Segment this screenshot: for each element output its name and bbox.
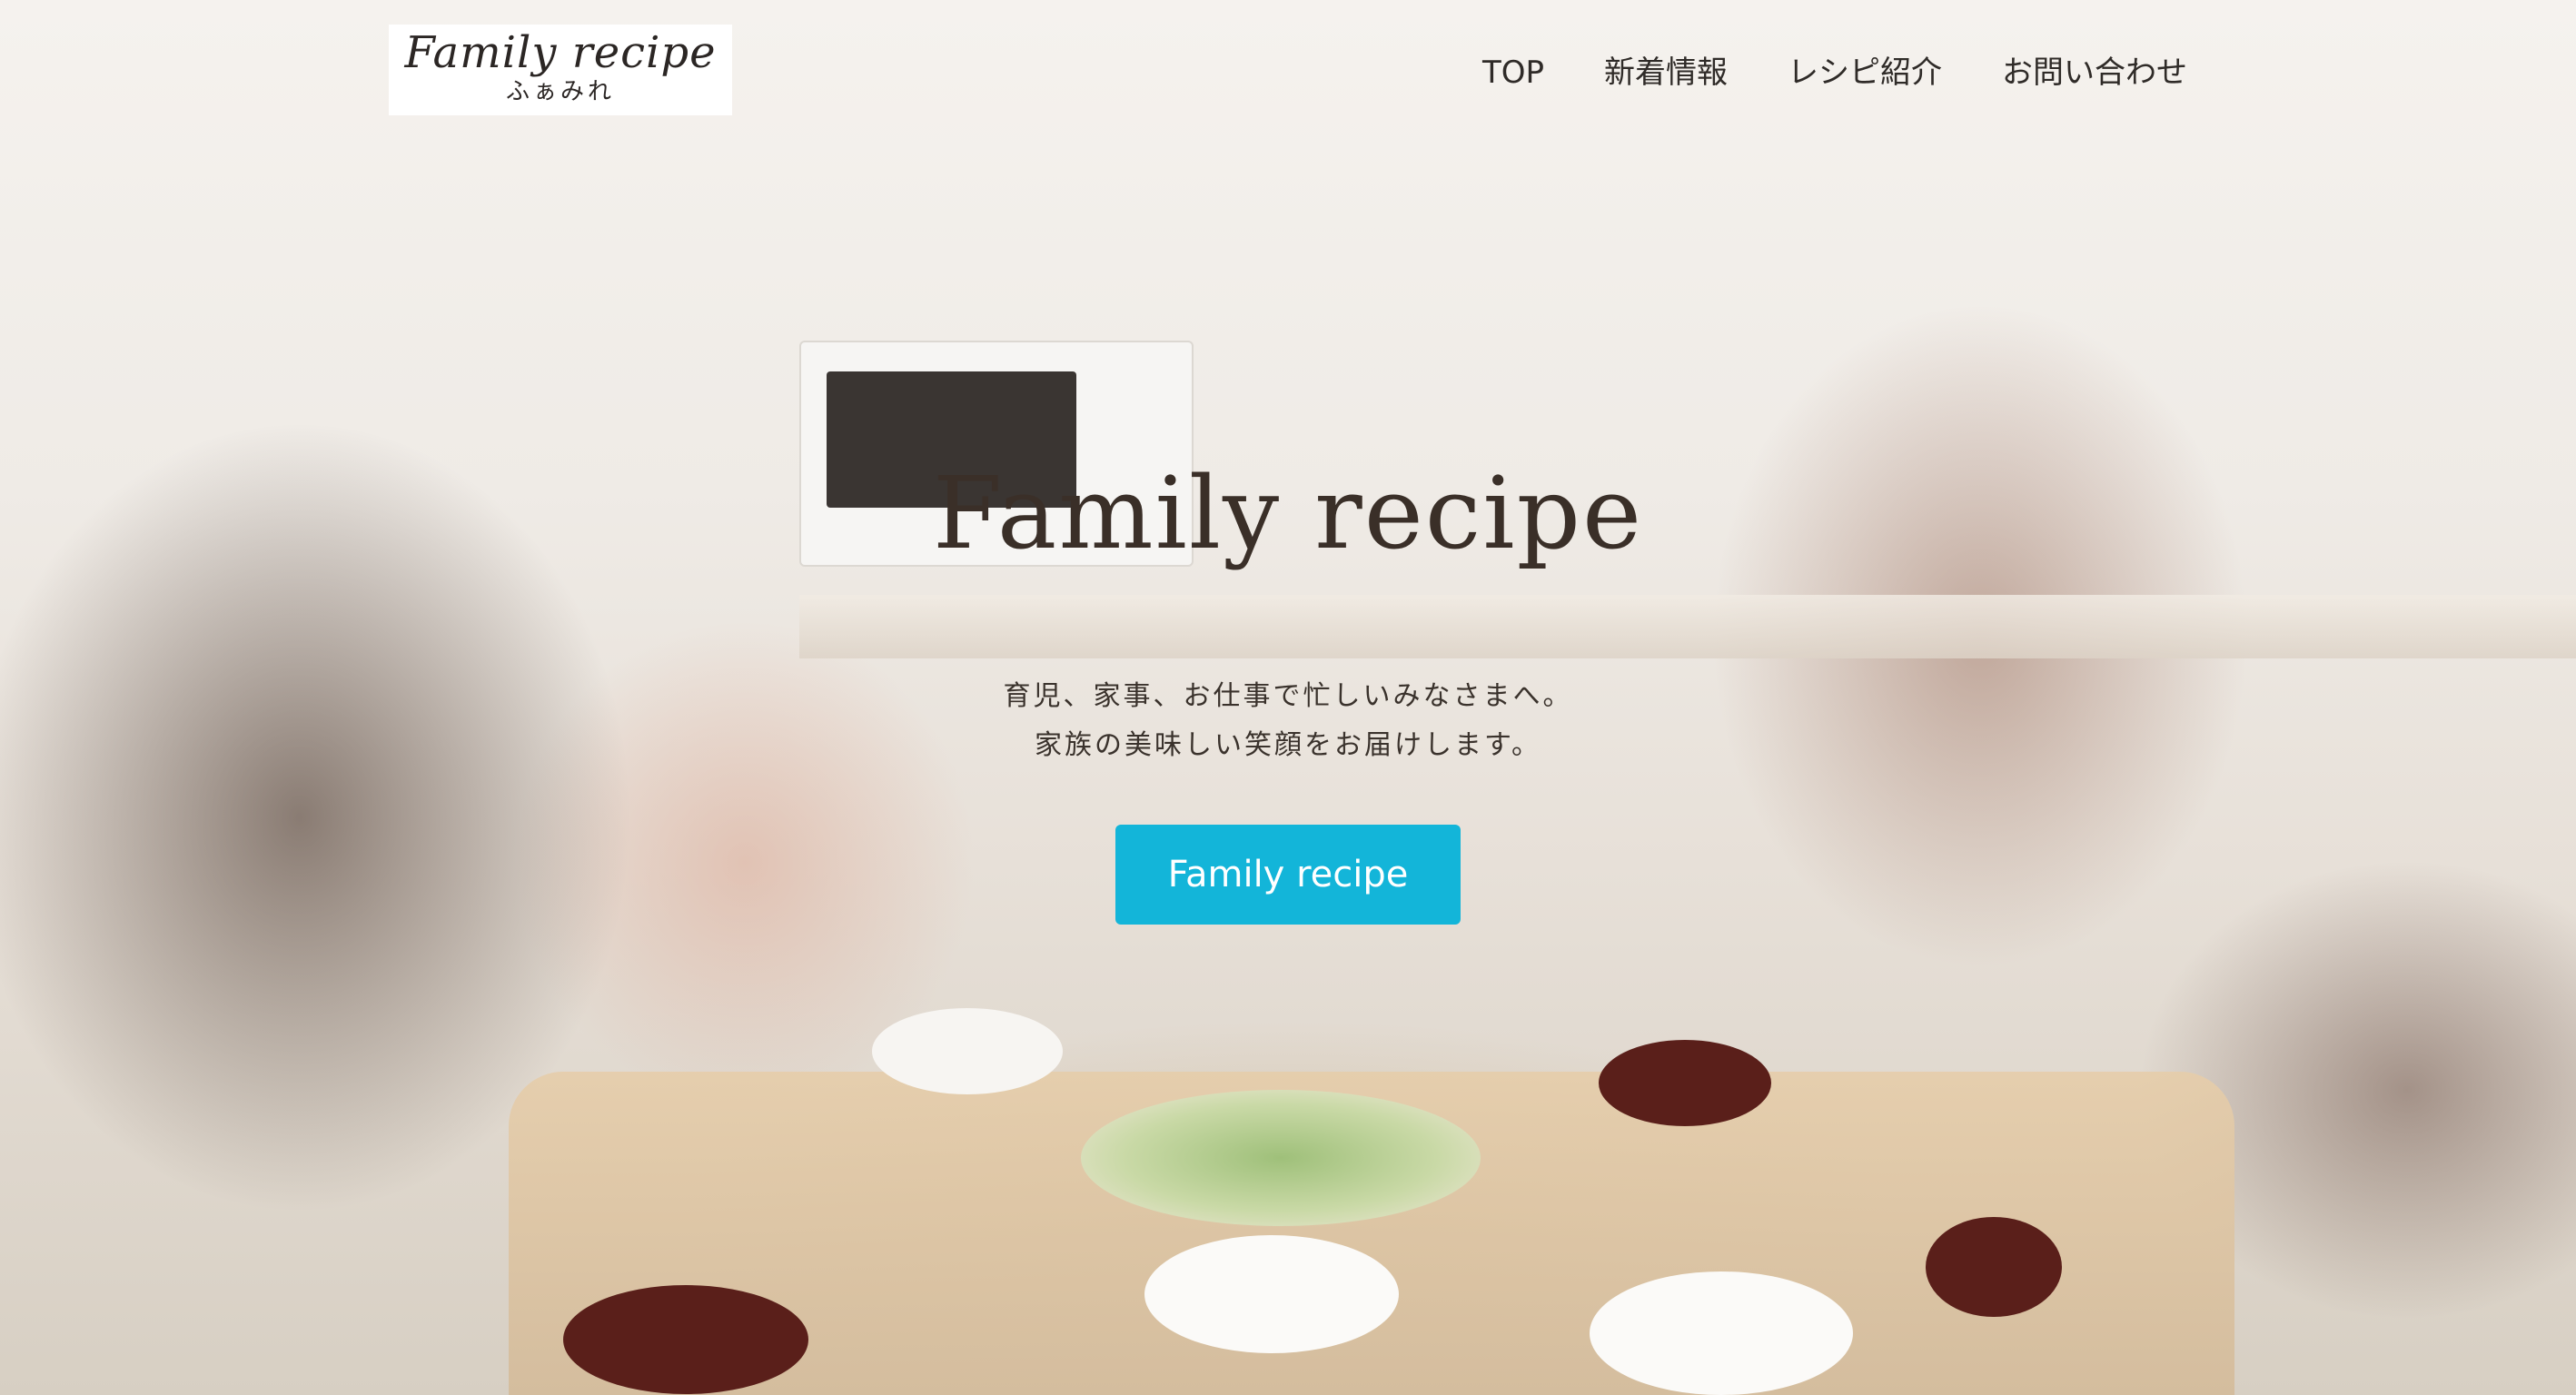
- family-recipe-button[interactable]: Family recipe: [1115, 825, 1461, 925]
- page: Family recipe ふぁみれ TOP 新着情報 レシピ紹介 お問い合わせ…: [0, 0, 2576, 1395]
- hero-subtitle-line: 育児、家事、お仕事で忙しいみなさまへ。: [1003, 680, 1573, 712]
- hero-content: Family recipe 育児、家事、お仕事で忙しいみなさまへ。 家族の美味し…: [0, 0, 2576, 1395]
- hero-title: Family recipe: [932, 455, 1644, 571]
- hero-subtitle-line: 家族の美味しい笑顔をお届けします。: [1035, 729, 1541, 761]
- hero-subtitle: 育児、家事、お仕事で忙しいみなさまへ。 家族の美味しい笑顔をお届けします。: [0, 672, 2576, 770]
